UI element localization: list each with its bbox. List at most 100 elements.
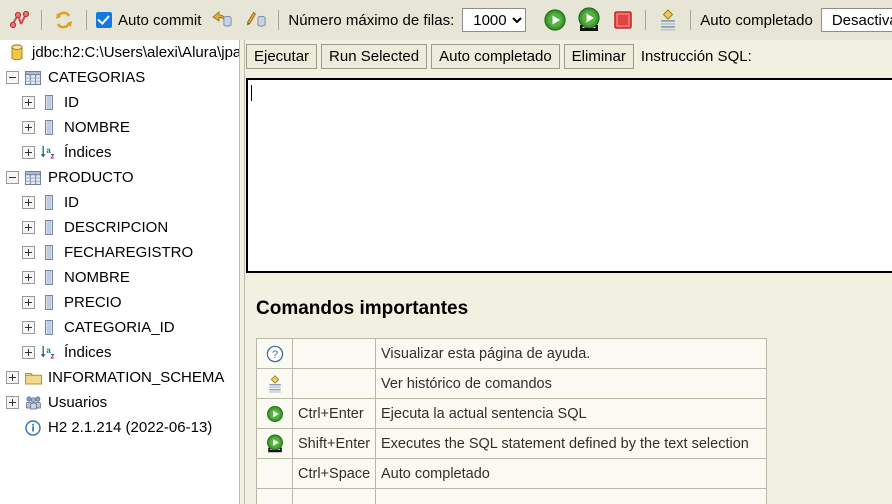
- command-description: [375, 488, 767, 504]
- tree-item-nombre[interactable]: NOMBRE: [0, 115, 239, 140]
- history-icon[interactable]: [256, 368, 293, 399]
- panel-divider[interactable]: [239, 40, 245, 504]
- tree-item-producto[interactable]: PRODUCTO: [0, 165, 239, 190]
- tree-item--ndices[interactable]: a z Índices: [0, 340, 239, 365]
- column-icon: [40, 244, 58, 262]
- run-green-play-icon[interactable]: [542, 7, 568, 33]
- expand-icon[interactable]: [22, 321, 35, 334]
- auto-commit-checkbox[interactable]: [96, 12, 112, 28]
- expand-icon[interactable]: [22, 296, 35, 309]
- sql-input-textarea[interactable]: [246, 78, 892, 273]
- info-icon: [24, 419, 42, 437]
- max-rows-select[interactable]: 1000: [462, 8, 527, 32]
- expand-icon[interactable]: [22, 196, 35, 209]
- tree-item-label: INFORMATION_SCHEMA: [48, 369, 225, 386]
- collapse-icon[interactable]: [6, 171, 19, 184]
- toolbar-separator: [645, 10, 647, 30]
- refresh-icon[interactable]: [51, 7, 77, 33]
- collapse-icon[interactable]: [6, 71, 19, 84]
- tree-item-nombre[interactable]: NOMBRE: [0, 265, 239, 290]
- users-icon: [24, 394, 42, 412]
- commands-table: ? Visualizar esta página de ayuda. Ver his…: [256, 338, 767, 504]
- rollback-icon[interactable]: [243, 7, 269, 33]
- expand-icon[interactable]: [22, 271, 35, 284]
- tree-item-information-schema[interactable]: INFORMATION_SCHEMA: [0, 365, 239, 390]
- auto-commit-label: Auto commit: [118, 11, 202, 29]
- toolbar-separator: [278, 10, 280, 30]
- max-rows-label: Número máximo de filas:: [288, 11, 455, 29]
- disconnect-icon[interactable]: [6, 7, 32, 33]
- column-icon: [40, 219, 58, 237]
- svg-text:z: z: [50, 151, 54, 160]
- tree-item-label: H2 2.1.214 (2022-06-13): [48, 419, 213, 436]
- index-sort-icon: az: [40, 144, 58, 162]
- expand-icon[interactable]: [22, 146, 35, 159]
- command-shortcut: [292, 368, 376, 399]
- tree-item-categorias[interactable]: CATEGORIAS: [0, 65, 239, 90]
- table-row: Ver histórico de comandos: [256, 368, 767, 399]
- execute-button[interactable]: Ejecutar: [246, 44, 318, 69]
- help-section: Comandos importantes ? Visualizar esta pá…: [246, 288, 892, 504]
- table-row: Ctrl+Enter Ejecuta la actual sentencia SQ…: [256, 398, 767, 429]
- run-selected-button[interactable]: Run Selected: [321, 44, 428, 69]
- stop-red-square-icon[interactable]: [610, 7, 636, 33]
- help-question-icon[interactable]: ?: [256, 338, 293, 369]
- expand-icon[interactable]: [22, 221, 35, 234]
- expand-icon[interactable]: [6, 371, 19, 384]
- tree-item-label: PRECIO: [64, 294, 122, 311]
- tree-item-label: Usuarios: [48, 394, 108, 411]
- column-icon: [40, 269, 58, 287]
- tree-root-connection[interactable]: jdbc:h2:C:\Users\alexi\Alura\jpa\c: [0, 40, 239, 65]
- run-selected-green-play-icon[interactable]: [576, 7, 602, 33]
- index-sort-icon: az: [40, 344, 58, 362]
- history-icon[interactable]: [655, 7, 681, 33]
- run-green-play-icon[interactable]: [256, 398, 293, 429]
- expand-icon[interactable]: [22, 96, 35, 109]
- toolbar-separator: [41, 10, 42, 30]
- tree-item-h2-2-1-214-2022-06-13-[interactable]: H2 2.1.214 (2022-06-13): [0, 415, 239, 440]
- database-cylinder-icon: [8, 44, 26, 62]
- expand-icon[interactable]: [22, 121, 35, 134]
- column-icon: [40, 194, 58, 212]
- commit-icon[interactable]: [209, 7, 235, 33]
- auto-complete-button[interactable]: Auto completado: [431, 44, 560, 69]
- tree-item-descripcion[interactable]: DESCRIPCION: [0, 215, 239, 240]
- sql-statement-label: Instrucción SQL:: [640, 48, 752, 65]
- run-selected-green-play-icon[interactable]: [256, 428, 293, 459]
- tree-root-label: jdbc:h2:C:\Users\alexi\Alura\jpa\c: [32, 44, 239, 61]
- column-icon: [40, 119, 58, 137]
- table-row: [256, 488, 767, 504]
- table-row: Ctrl+Space Auto completado: [256, 458, 767, 489]
- command-description: Executes the SQL statement defined by th…: [375, 428, 767, 459]
- tree-item--ndices[interactable]: a z Índices: [0, 140, 239, 165]
- tree-item-label: Índices: [64, 344, 112, 361]
- command-description: Ver histórico de comandos: [375, 368, 767, 399]
- text-caret: [251, 85, 252, 101]
- tree-item-fecharegistro[interactable]: FECHAREGISTRO: [0, 240, 239, 265]
- tree-item-label: DESCRIPCION: [64, 219, 169, 236]
- tree-item-label: ID: [64, 94, 79, 111]
- sql-main-panel: Ejecutar Run Selected Auto completado El…: [246, 40, 892, 504]
- command-shortcut: Ctrl+Space: [292, 458, 376, 489]
- sql-button-bar: Ejecutar Run Selected Auto completado El…: [246, 40, 892, 69]
- tree-item-label: NOMBRE: [64, 269, 130, 286]
- toolbar-separator: [86, 10, 87, 30]
- clear-button[interactable]: Eliminar: [563, 44, 634, 69]
- help-title: Comandos importantes: [256, 298, 469, 319]
- command-description: Auto completado: [375, 458, 767, 489]
- auto-complete-select[interactable]: Desactivado: [820, 8, 892, 32]
- tree-item-usuarios[interactable]: Usuarios: [0, 390, 239, 415]
- expand-icon[interactable]: [22, 346, 35, 359]
- database-tree-panel: jdbc:h2:C:\Users\alexi\Alura\jpa\c CATEG…: [0, 40, 239, 504]
- tree-item-id[interactable]: ID: [0, 90, 239, 115]
- column-icon: [40, 94, 58, 112]
- expand-icon[interactable]: [22, 246, 35, 259]
- tree-item-precio[interactable]: PRECIO: [0, 290, 239, 315]
- expand-icon[interactable]: [6, 396, 19, 409]
- tree-item-id[interactable]: ID: [0, 190, 239, 215]
- tree-item-categoria-id[interactable]: CATEGORIA_ID: [0, 315, 239, 340]
- auto-complete-label: Auto completado: [700, 11, 813, 29]
- command-shortcut: [292, 488, 376, 504]
- command-description: Visualizar esta página de ayuda.: [375, 338, 767, 369]
- tree-item-label: FECHAREGISTRO: [64, 244, 194, 261]
